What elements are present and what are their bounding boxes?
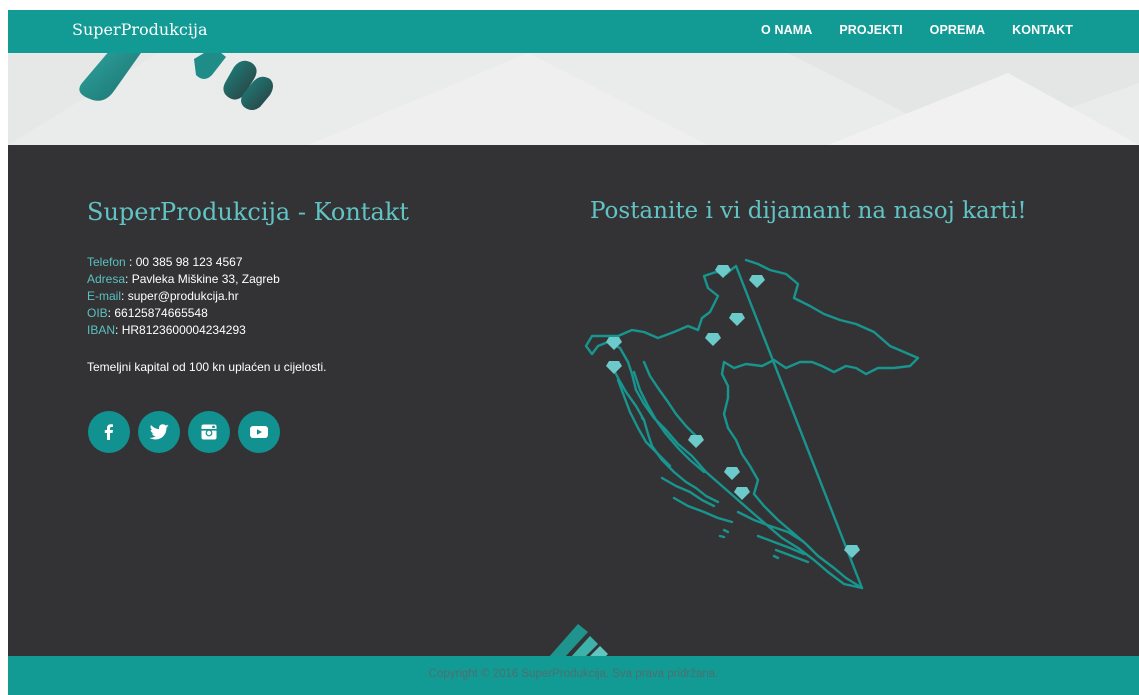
page-frame: SuperProdukcija O NAMA PROJEKTI OPREMA K… — [8, 10, 1139, 695]
nav-link-o-nama[interactable]: O NAMA — [761, 23, 812, 37]
email-label: E-mail — [87, 289, 122, 303]
footer: Copyright © 2016 SuperProdukcija. Sva pr… — [8, 656, 1139, 695]
hero-banner — [8, 53, 1139, 145]
email-separator: : — [121, 289, 128, 303]
capital-note: Temeljni kapital od 100 kn uplaćen u cij… — [87, 360, 327, 374]
diamond-icon[interactable] — [724, 467, 740, 480]
diamond-icon[interactable] — [606, 361, 622, 374]
iban-value: HR8123600004234293 — [121, 323, 246, 337]
youtube-button[interactable] — [238, 411, 280, 453]
diamond-icon[interactable] — [749, 275, 765, 288]
nav-link-projekti[interactable]: PROJEKTI — [839, 23, 902, 37]
brand-logo[interactable]: SuperProdukcija — [72, 20, 208, 39]
facebook-button[interactable] — [88, 411, 130, 453]
email-value[interactable]: super@produkcija.hr — [128, 289, 239, 303]
diamond-icon[interactable] — [844, 545, 860, 558]
twitter-icon — [149, 424, 169, 440]
instagram-icon — [201, 424, 217, 440]
twitter-button[interactable] — [138, 411, 180, 453]
social-links — [88, 411, 280, 453]
iban-label: IBAN — [87, 323, 116, 337]
address-value: Pavleka Miškine 33, Zagreb — [131, 272, 280, 286]
youtube-icon — [250, 426, 268, 438]
logo-stroke-pair — [194, 53, 273, 110]
contact-info: Telefon : 00 385 98 123 4567 Adresa: Pav… — [87, 254, 280, 339]
facebook-icon — [104, 424, 113, 440]
nav-link-oprema[interactable]: OPREMA — [930, 23, 985, 37]
info-row-oib: OIB: 66125874665548 — [87, 305, 280, 322]
phone-label: Telefon — [87, 255, 126, 269]
footer-logo — [548, 624, 608, 658]
address-label: Adresa — [87, 272, 126, 286]
phone-separator: : — [125, 255, 136, 269]
nav-link-kontakt[interactable]: KONTAKT — [1012, 23, 1073, 37]
iban-separator: : — [115, 323, 122, 337]
diamond-icon[interactable] — [705, 333, 721, 346]
info-row-email: E-mail: super@produkcija.hr — [87, 288, 280, 305]
diamond-icon[interactable] — [715, 265, 731, 278]
info-row-iban: IBAN: HR8123600004234293 — [87, 322, 280, 339]
diamond-icon[interactable] — [688, 435, 704, 448]
nav-links: O NAMA PROJEKTI OPREMA KONTAKT — [761, 23, 1073, 37]
instagram-button[interactable] — [188, 411, 230, 453]
oib-label: OIB — [87, 306, 108, 320]
phone-value: 00 385 98 123 4567 — [135, 255, 243, 269]
croatia-map — [584, 258, 920, 590]
hero-graphic — [8, 53, 1139, 145]
map-title: Postanite i vi dijamant na nasoj karti! — [590, 198, 1027, 224]
info-row-address: Adresa: Pavleka Miškine 33, Zagreb — [87, 271, 280, 288]
diamond-icon[interactable] — [729, 313, 745, 326]
oib-value: 66125874665548 — [114, 306, 208, 320]
info-row-phone: Telefon : 00 385 98 123 4567 — [87, 254, 280, 271]
copyright-text: Copyright © 2016 SuperProdukcija. Sva pr… — [428, 668, 719, 680]
address-separator: : — [125, 272, 132, 286]
croatia-outline — [584, 258, 920, 590]
navbar: SuperProdukcija O NAMA PROJEKTI OPREMA K… — [8, 10, 1139, 53]
diamond-markers — [606, 265, 860, 558]
contact-title: SuperProdukcija - Kontakt — [87, 198, 409, 226]
